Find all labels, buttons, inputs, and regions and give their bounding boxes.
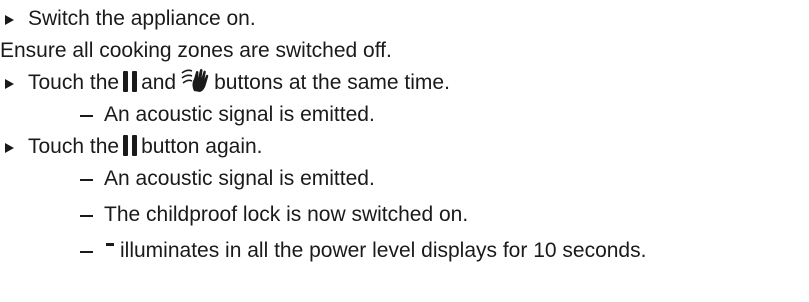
step-touch-buttons: Touch the and buttons at the same time.	[0, 68, 450, 98]
step-text-after: button again.	[141, 135, 263, 158]
step-text-after: buttons at the same time.	[214, 71, 450, 94]
result-display-minus: illuminates in all the power level displ…	[72, 236, 646, 266]
step-text-before: Touch the	[28, 71, 120, 94]
step-text: Switch the appliance on.	[28, 7, 256, 30]
bullet-arrow-icon	[5, 143, 14, 153]
dash-icon	[80, 251, 93, 253]
result-text: The childproof lock is now switched on.	[104, 203, 469, 226]
step-switch-on: Switch the appliance on.	[0, 4, 256, 34]
hand-wave-icon	[181, 69, 209, 92]
result-lock-on: The childproof lock is now switched on.	[72, 200, 468, 230]
step-text-middle: and	[141, 71, 177, 94]
result-text: An acoustic signal is emitted.	[104, 103, 375, 126]
step-touch-again: Touch the button again.	[0, 132, 263, 162]
pause-lock-icon	[123, 70, 138, 92]
result-acoustic-signal-1: An acoustic signal is emitted.	[72, 100, 375, 130]
dash-icon	[80, 115, 93, 117]
result-text: illuminates in all the power level displ…	[120, 239, 647, 262]
note-zones-off: Ensure all cooking zones are switched of…	[0, 36, 392, 66]
dash-icon	[80, 215, 93, 217]
note-text: Ensure all cooking zones are switched of…	[0, 39, 392, 62]
dash-icon	[80, 179, 93, 181]
pause-lock-icon	[123, 134, 138, 156]
result-acoustic-signal-2: An acoustic signal is emitted.	[72, 164, 375, 194]
segment-minus-icon	[106, 242, 114, 246]
bullet-arrow-icon	[5, 79, 14, 89]
result-text: An acoustic signal is emitted.	[104, 167, 375, 190]
step-text-before: Touch the	[28, 135, 120, 158]
bullet-arrow-icon	[5, 15, 14, 25]
